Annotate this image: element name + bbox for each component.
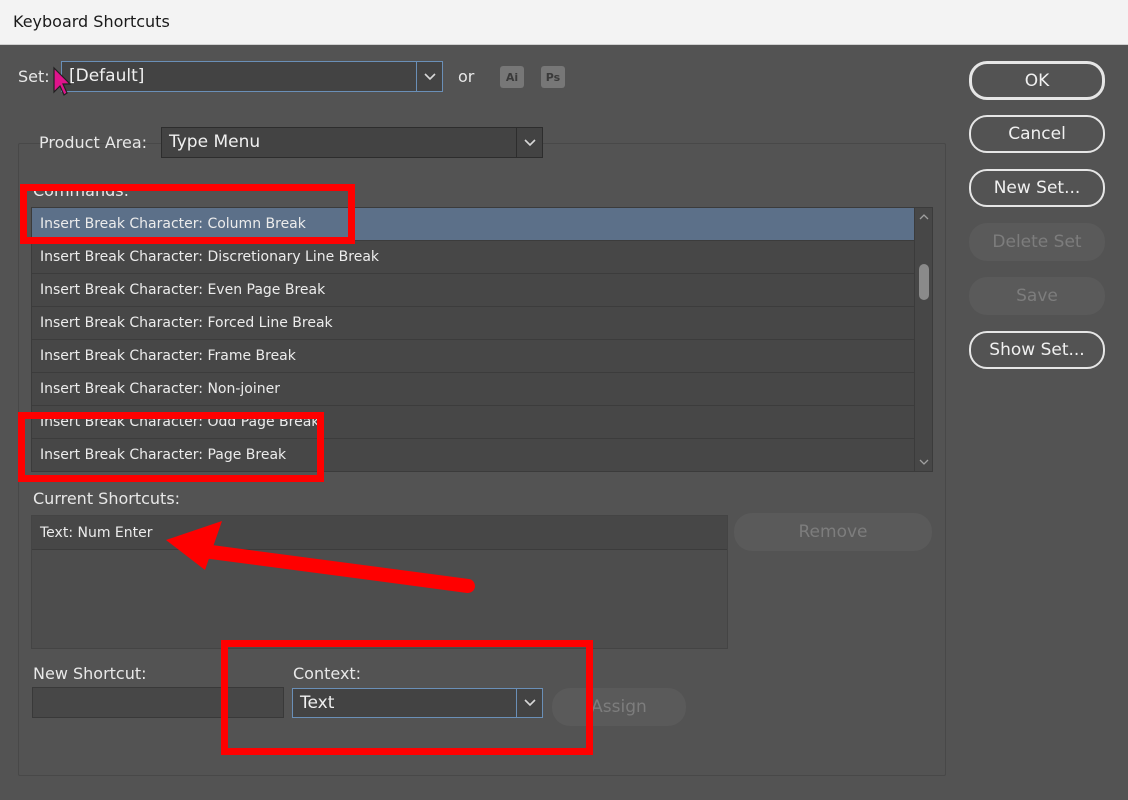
cursor-icon xyxy=(53,66,72,96)
annotation-arrow xyxy=(166,521,475,593)
